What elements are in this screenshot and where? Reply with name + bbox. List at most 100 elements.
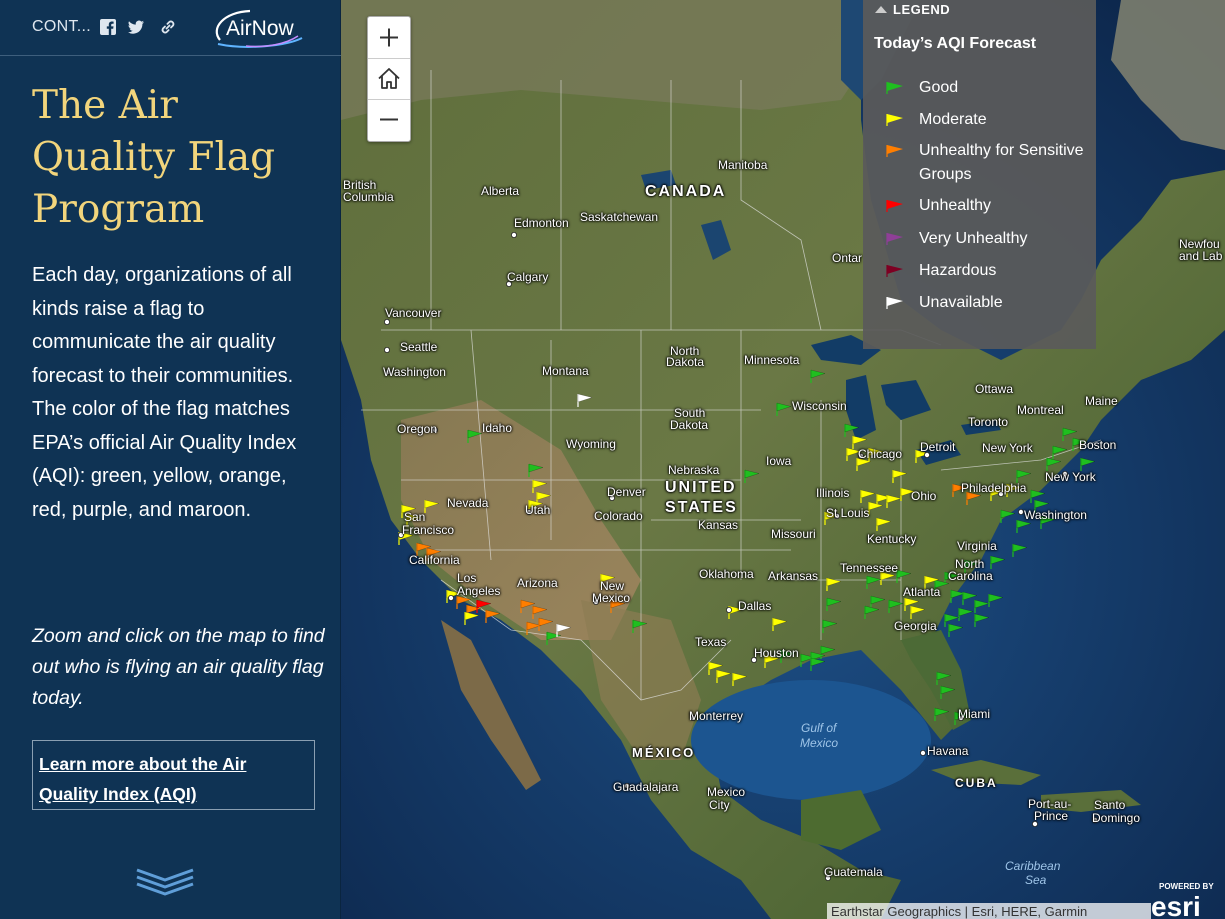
aqi-flag-marker[interactable] — [464, 611, 480, 625]
learn-more-link[interactable]: Learn more about the Air Quality Index (… — [39, 754, 246, 804]
aqi-flag-marker[interactable] — [467, 429, 483, 443]
aqi-flag-marker[interactable] — [1000, 509, 1016, 523]
program-description: Each day, organizations of all kinds rai… — [32, 264, 297, 521]
plus-icon — [380, 28, 398, 47]
aqi-flag-marker[interactable] — [974, 599, 990, 613]
aqi-flag-marker[interactable] — [870, 595, 886, 609]
aqi-flag-marker[interactable] — [744, 469, 760, 483]
learn-more-box: Learn more about the Air Quality Index (… — [32, 740, 315, 810]
zoom-in-button[interactable] — [368, 17, 410, 59]
aqi-flag-marker[interactable] — [866, 575, 882, 589]
aqi-flag-marker[interactable] — [826, 597, 842, 611]
city-marker — [510, 231, 517, 238]
aqi-flag-marker[interactable] — [910, 605, 926, 619]
aqi-flag-marker[interactable] — [577, 393, 593, 407]
aqi-flag-marker[interactable] — [716, 669, 732, 683]
aqi-flag-marker[interactable] — [532, 479, 548, 493]
label-georgia: Georgia — [894, 619, 937, 633]
aqi-flag-marker[interactable] — [988, 593, 1004, 607]
esri-powered-text: POWERED BY — [1159, 882, 1214, 891]
link-icon[interactable] — [159, 18, 177, 36]
chevron-down-icon[interactable] — [134, 866, 196, 896]
aqi-flag-marker[interactable] — [810, 657, 826, 671]
label-virginia: Virginia — [957, 539, 997, 553]
aqi-flag-marker[interactable] — [424, 499, 440, 513]
label-francisco: Francisco — [402, 523, 455, 537]
aqi-flag-marker[interactable] — [888, 599, 904, 613]
aqi-flag-marker[interactable] — [860, 489, 876, 503]
aqi-map[interactable]: CANADA UNITED STATES MÉXICO CUBA Gulf of… — [341, 0, 1225, 919]
facebook-icon[interactable] — [99, 18, 117, 36]
city-marker — [448, 595, 455, 602]
aqi-flag-marker[interactable] — [936, 671, 952, 685]
label-newfoundland-2: and Lab — [1179, 249, 1223, 263]
aqi-flag-marker[interactable] — [528, 463, 544, 477]
aqi-flag-marker[interactable] — [1012, 543, 1028, 557]
map-hint: Zoom and click on the map to find out wh… — [32, 625, 325, 709]
aqi-flag-marker[interactable] — [776, 402, 792, 416]
label-kansas: Kansas — [698, 518, 739, 532]
label-montana: Montana — [542, 364, 589, 378]
label-mexico: MÉXICO — [632, 745, 696, 760]
label-ohio: Ohio — [911, 489, 937, 503]
home-button[interactable] — [368, 58, 410, 100]
label-maine: Maine — [1085, 394, 1118, 408]
aqi-flag-marker[interactable] — [896, 569, 912, 583]
airnow-logo[interactable]: AirNow — [206, 6, 306, 50]
aqi-flag-marker[interactable] — [1052, 445, 1068, 459]
label-monterrey: Monterrey — [689, 709, 744, 723]
aqi-flag-marker[interactable] — [822, 619, 838, 633]
aqi-flag-marker[interactable] — [485, 609, 501, 623]
aqi-flag-marker[interactable] — [538, 617, 554, 631]
label-new-york-state: New York — [982, 441, 1033, 455]
minus-icon — [380, 118, 398, 121]
legend-panel: LEGEND Today’s AQI Forecast Good Moderate… — [863, 0, 1096, 349]
label-dallas: Dallas — [738, 599, 772, 613]
label-missouri: Missouri — [771, 527, 816, 541]
legend-item-label: Unhealthy — [919, 197, 992, 214]
aqi-flag-marker[interactable] — [532, 605, 548, 619]
esri-logo[interactable]: POWERED BY esri — [1147, 879, 1225, 919]
aqi-flag-marker[interactable] — [810, 369, 826, 383]
flag-icon — [886, 114, 903, 126]
label-idaho: Idaho — [482, 421, 513, 435]
label-port-au-prince-2: Prince — [1034, 809, 1069, 823]
aqi-flag-marker[interactable] — [546, 631, 562, 645]
twitter-icon[interactable] — [127, 18, 145, 36]
label-texas: Texas — [695, 635, 727, 649]
label-canada: CANADA — [645, 183, 727, 200]
contents-button[interactable]: CONT... — [32, 18, 91, 36]
label-nevada: Nevada — [447, 496, 489, 510]
aqi-flag-marker[interactable] — [732, 672, 748, 686]
aqi-flag-marker[interactable] — [892, 469, 908, 483]
label-wisconsin: Wisconsin — [792, 399, 847, 413]
aqi-flag-marker[interactable] — [820, 645, 836, 659]
aqi-flag-marker[interactable] — [886, 494, 902, 508]
legend-header: LEGEND — [893, 2, 951, 17]
label-new-mexico-2: Mexico — [592, 591, 631, 605]
aqi-flag-marker[interactable] — [948, 623, 964, 637]
label-illinois: Illinois — [816, 486, 850, 500]
aqi-flag-marker[interactable] — [826, 577, 842, 591]
label-philadelphia: Philadelphia — [961, 481, 1027, 495]
aqi-flag-marker[interactable] — [876, 517, 892, 531]
label-domingo: Domingo — [1092, 811, 1141, 825]
aqi-flag-marker[interactable] — [868, 501, 884, 515]
aqi-flag-marker[interactable] — [940, 685, 956, 699]
zoom-out-button[interactable] — [368, 99, 410, 140]
legend-toggle[interactable]: LEGEND — [875, 2, 950, 17]
label-ottawa: Ottawa — [975, 382, 1014, 396]
aqi-flag-marker[interactable] — [844, 423, 860, 437]
label-houston: Houston — [754, 646, 799, 660]
aqi-flag-marker[interactable] — [990, 555, 1006, 569]
aqi-flag-marker[interactable] — [934, 707, 950, 721]
label-caribbean-2: Sea — [1025, 873, 1047, 887]
label-atlanta: Atlanta — [903, 585, 941, 599]
aqi-flag-marker[interactable] — [974, 613, 990, 627]
label-washington: Washington — [383, 365, 446, 379]
label-miami: Miami — [958, 707, 990, 721]
aqi-flag-marker[interactable] — [958, 607, 974, 621]
aqi-flag-marker[interactable] — [632, 619, 648, 633]
aqi-flag-marker[interactable] — [772, 617, 788, 631]
aqi-flag-marker[interactable] — [864, 605, 880, 619]
